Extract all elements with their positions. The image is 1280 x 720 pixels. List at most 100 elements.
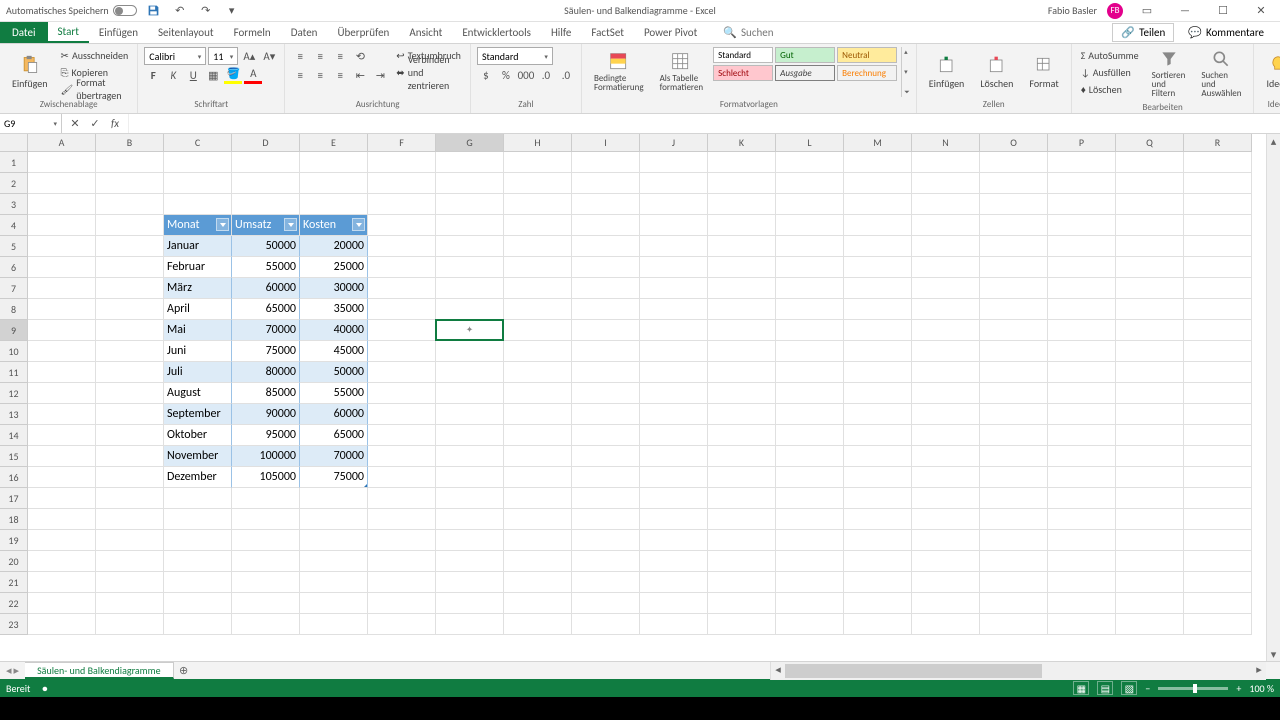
cell[interactable] xyxy=(640,257,708,278)
clear-button[interactable]: ♦Löschen xyxy=(1078,81,1142,97)
cell[interactable] xyxy=(504,530,572,551)
cell[interactable] xyxy=(28,320,96,341)
cell[interactable]: 75000 xyxy=(232,341,300,362)
cell[interactable] xyxy=(232,152,300,173)
cell[interactable] xyxy=(708,236,776,257)
ribbon-tab-ansicht[interactable]: Ansicht xyxy=(399,22,452,43)
cell[interactable] xyxy=(368,236,436,257)
cell[interactable]: 65000 xyxy=(300,425,368,446)
ribbon-tab-entwicklertools[interactable]: Entwicklertools xyxy=(452,22,541,43)
cell[interactable] xyxy=(572,194,640,215)
cell[interactable] xyxy=(1184,551,1252,572)
minimize-icon[interactable]: — xyxy=(1171,1,1199,21)
save-icon[interactable] xyxy=(145,2,163,20)
cell[interactable] xyxy=(708,593,776,614)
file-tab[interactable]: Datei xyxy=(0,22,48,43)
scroll-down-icon[interactable]: ▾ xyxy=(1267,647,1280,661)
cell[interactable] xyxy=(912,257,980,278)
row-header[interactable]: 18 xyxy=(0,509,28,530)
cell[interactable] xyxy=(572,467,640,488)
cell[interactable] xyxy=(776,383,844,404)
fill-button[interactable]: ↓Ausfüllen xyxy=(1078,64,1142,80)
cell[interactable] xyxy=(436,257,504,278)
row-header[interactable]: 7 xyxy=(0,278,28,299)
row-header[interactable]: 4 xyxy=(0,215,28,236)
cell[interactable] xyxy=(232,530,300,551)
cell[interactable] xyxy=(1048,446,1116,467)
cell[interactable]: 30000 xyxy=(300,278,368,299)
cell[interactable] xyxy=(708,362,776,383)
cell[interactable] xyxy=(912,404,980,425)
cell[interactable] xyxy=(232,173,300,194)
cell[interactable] xyxy=(844,593,912,614)
macro-record-icon[interactable]: ⏺ xyxy=(42,682,47,695)
paste-button[interactable]: Einfügen xyxy=(6,47,54,97)
cell[interactable]: Monat xyxy=(164,215,232,236)
row-header[interactable]: 14 xyxy=(0,425,28,446)
user-avatar[interactable]: FB xyxy=(1107,3,1123,19)
cell[interactable] xyxy=(368,509,436,530)
cell[interactable] xyxy=(912,425,980,446)
cell[interactable] xyxy=(436,341,504,362)
cell[interactable] xyxy=(912,278,980,299)
cell[interactable] xyxy=(776,530,844,551)
row-header[interactable]: 8 xyxy=(0,299,28,320)
cell[interactable] xyxy=(28,509,96,530)
fx-icon[interactable]: fx xyxy=(106,115,124,133)
cell[interactable] xyxy=(776,404,844,425)
cell[interactable]: Februar xyxy=(164,257,232,278)
format-painter-button[interactable]: 🖌Format übertragen xyxy=(58,81,132,97)
cell[interactable] xyxy=(776,152,844,173)
align-top-icon[interactable]: ≡ xyxy=(291,47,309,65)
cell[interactable] xyxy=(912,446,980,467)
zoom-level[interactable]: 100 % xyxy=(1249,682,1274,695)
cell[interactable] xyxy=(28,446,96,467)
cell[interactable] xyxy=(640,173,708,194)
cell[interactable] xyxy=(28,362,96,383)
cell[interactable] xyxy=(436,215,504,236)
cell[interactable] xyxy=(776,236,844,257)
cell[interactable] xyxy=(368,425,436,446)
cell[interactable] xyxy=(1048,488,1116,509)
font-color-button[interactable]: A xyxy=(244,66,262,84)
row-header[interactable]: 22 xyxy=(0,593,28,614)
column-header[interactable]: J xyxy=(640,134,708,152)
sort-filter-button[interactable]: Sortieren und Filtern xyxy=(1146,47,1192,100)
cell[interactable] xyxy=(1116,362,1184,383)
cell[interactable] xyxy=(232,614,300,635)
cell[interactable] xyxy=(1184,509,1252,530)
cell[interactable] xyxy=(28,572,96,593)
cell[interactable] xyxy=(28,425,96,446)
column-header[interactable]: B xyxy=(96,134,164,152)
cell[interactable]: 105000 xyxy=(232,467,300,488)
cell[interactable] xyxy=(436,593,504,614)
cell[interactable] xyxy=(368,404,436,425)
cell[interactable] xyxy=(844,530,912,551)
ribbon-display-icon[interactable]: ▭ xyxy=(1133,1,1161,21)
column-header[interactable]: L xyxy=(776,134,844,152)
cell[interactable] xyxy=(980,299,1048,320)
cell[interactable] xyxy=(368,614,436,635)
cell[interactable] xyxy=(1184,593,1252,614)
cell[interactable] xyxy=(1184,236,1252,257)
sheet-next-icon[interactable]: ▸ xyxy=(14,664,20,677)
cell[interactable] xyxy=(980,509,1048,530)
cell[interactable] xyxy=(708,509,776,530)
cell[interactable] xyxy=(368,320,436,341)
cell[interactable] xyxy=(368,278,436,299)
cell[interactable] xyxy=(368,488,436,509)
cell[interactable] xyxy=(504,299,572,320)
cell[interactable] xyxy=(640,362,708,383)
cell[interactable] xyxy=(572,362,640,383)
cell[interactable] xyxy=(436,320,504,341)
cut-button[interactable]: ✂Ausschneiden xyxy=(58,47,132,63)
cell[interactable] xyxy=(572,215,640,236)
cell[interactable] xyxy=(164,152,232,173)
cell[interactable] xyxy=(912,173,980,194)
ideas-button[interactable]: Ideen xyxy=(1260,47,1280,97)
share-button[interactable]: 🔗 Teilen xyxy=(1112,23,1174,42)
column-header[interactable]: A xyxy=(28,134,96,152)
cell[interactable] xyxy=(572,383,640,404)
cell[interactable] xyxy=(980,236,1048,257)
cell[interactable] xyxy=(640,278,708,299)
